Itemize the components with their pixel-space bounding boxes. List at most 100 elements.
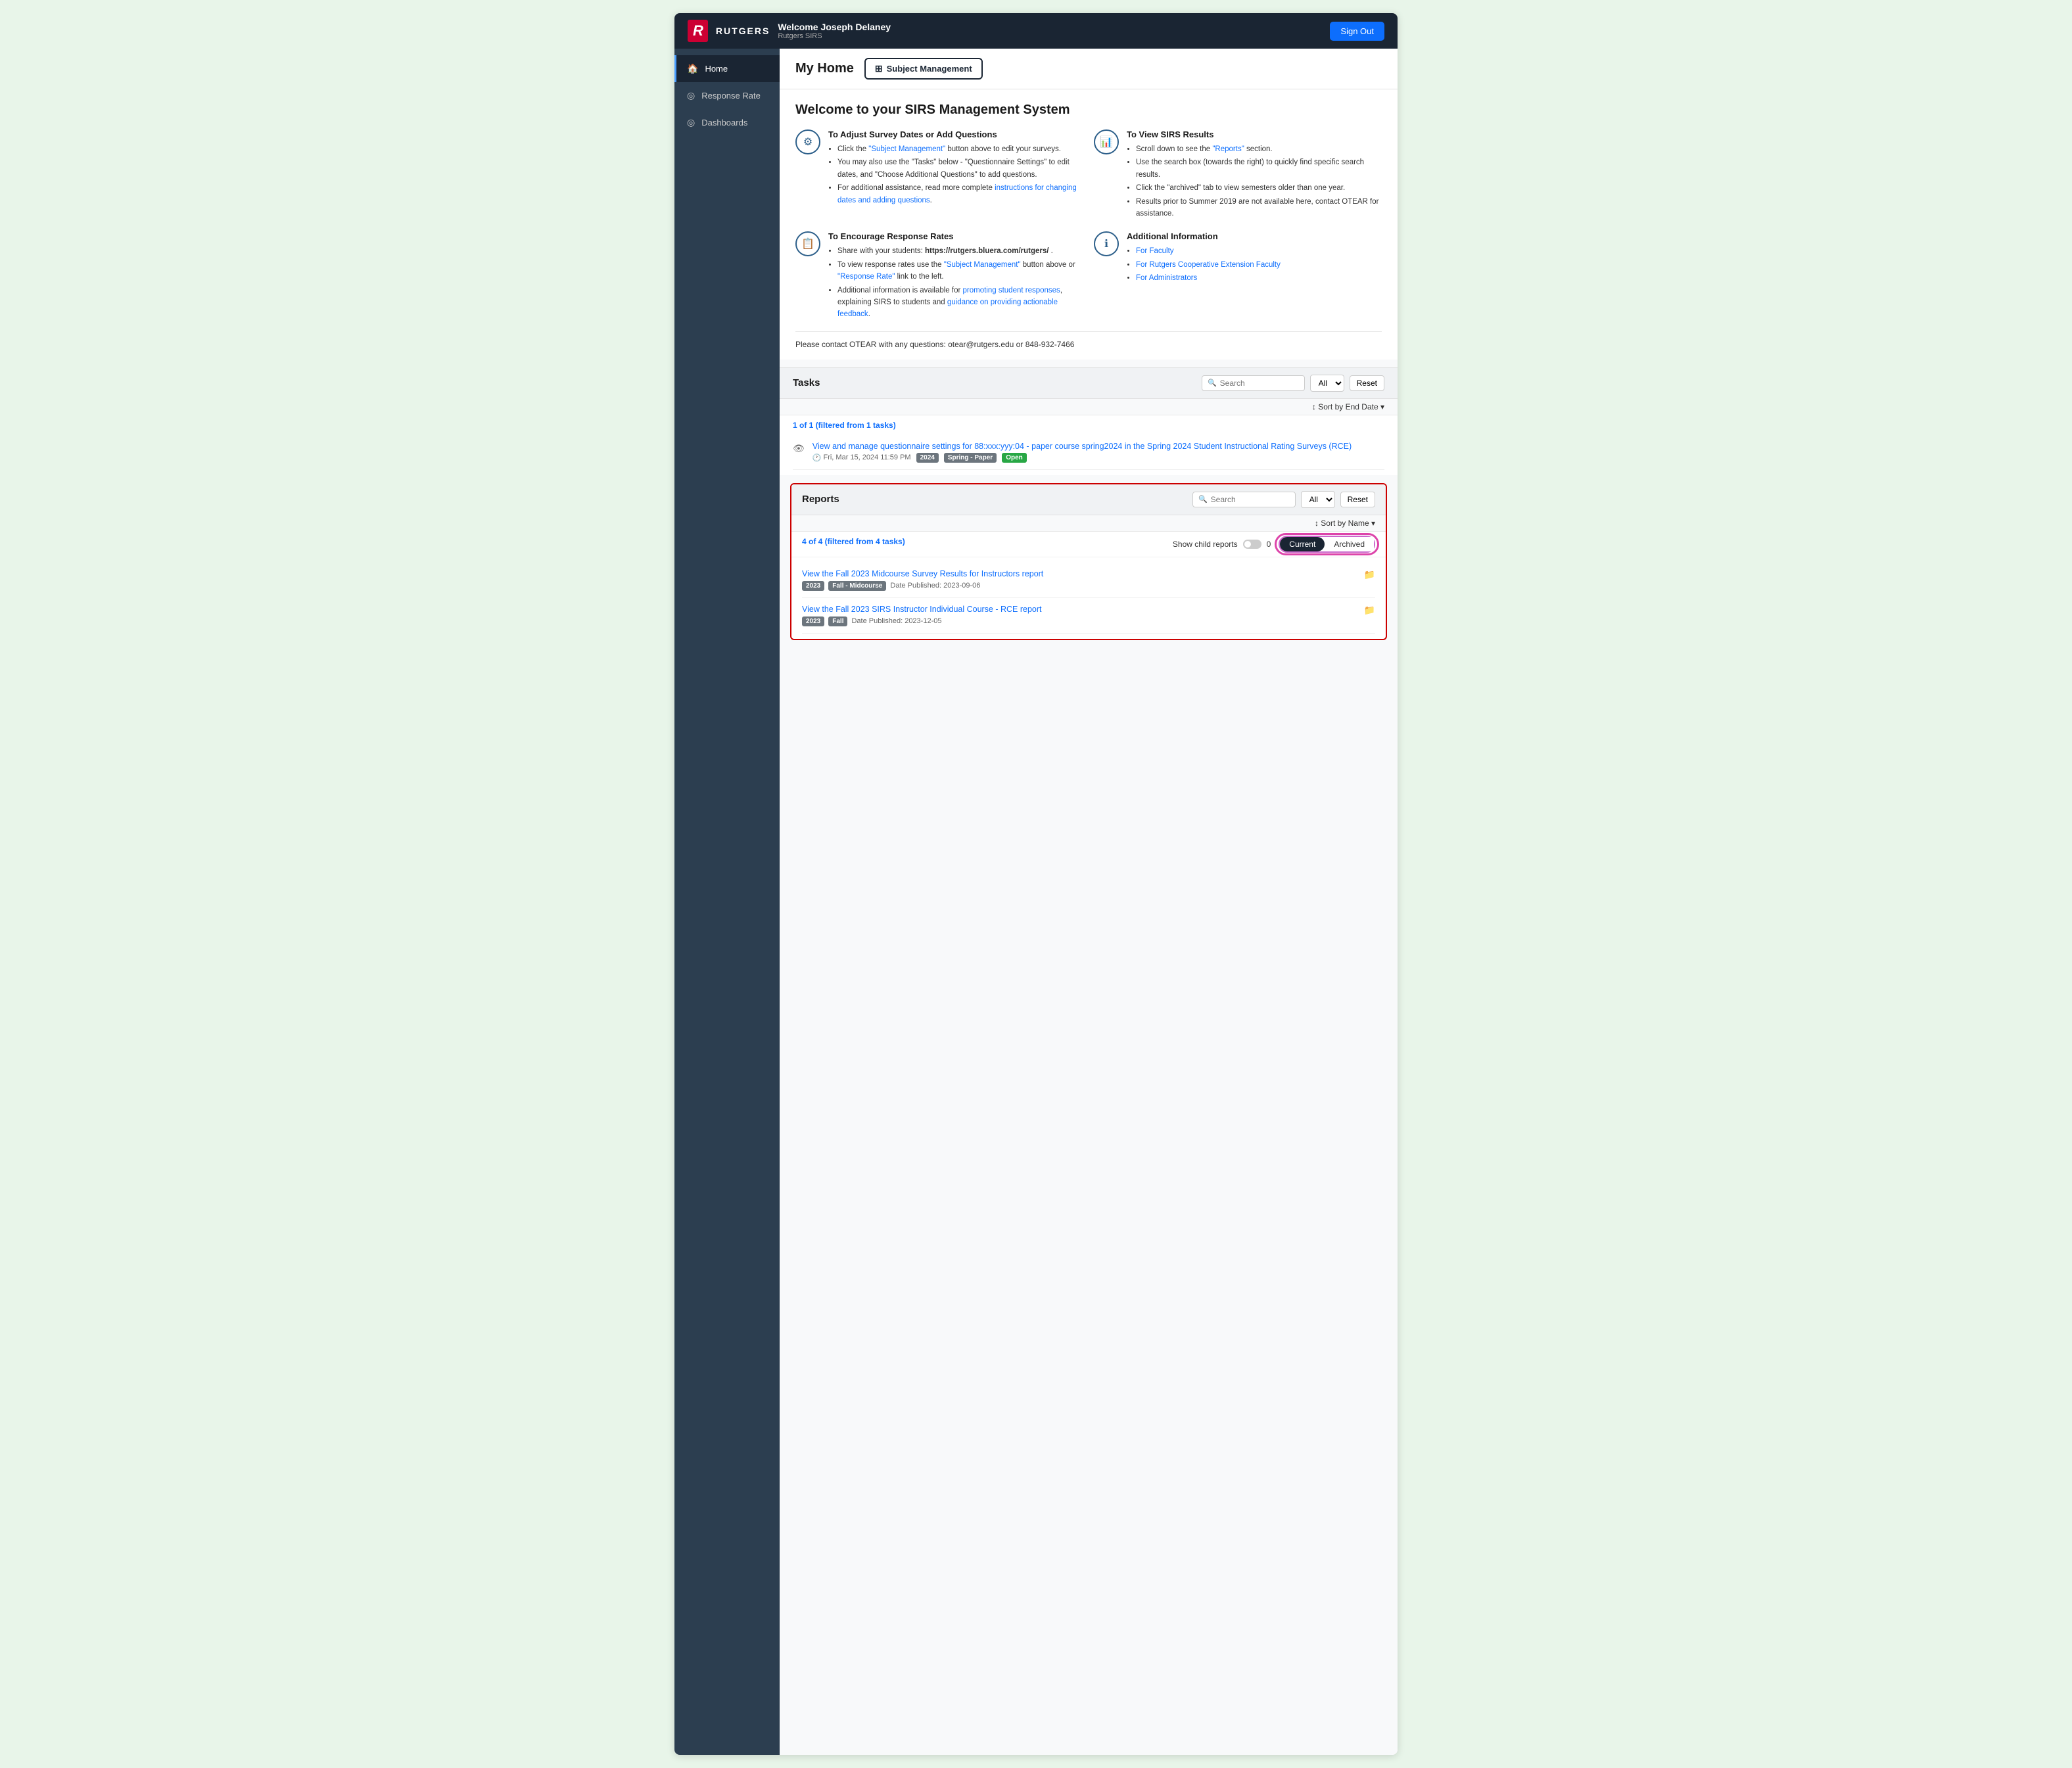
report-2-folder-icon[interactable]: 📁 (1364, 605, 1375, 616)
adjust-survey-icon: ⚙ (795, 129, 820, 154)
instructions-link[interactable]: instructions for changing dates and addi… (837, 184, 1077, 204)
tasks-title: Tasks (793, 377, 820, 388)
sidebar: 🏠 Home ◎ Response Rate ◎ Dashboards (674, 49, 780, 1755)
report-2-date-published: Date Published: 2023-12-05 (851, 617, 941, 625)
sidebar-item-home[interactable]: 🏠 Home (674, 55, 780, 82)
response-rate-link[interactable]: "Response Rate" (837, 273, 895, 281)
sirs-list-item-1: Scroll down to see the "Reports" section… (1136, 143, 1382, 155)
tasks-search-input[interactable] (1220, 379, 1299, 388)
reports-sort-row: ↕ Sort by Name ▾ (791, 515, 1386, 532)
info-grid: ⚙ To Adjust Survey Dates or Add Question… (795, 129, 1382, 322)
tasks-header: Tasks 🔍 All Reset (780, 368, 1398, 399)
additional-list-item-3: For Administrators (1136, 272, 1281, 284)
for-faculty-link[interactable]: For Faculty (1136, 247, 1174, 255)
report-1-tag-year: 2023 (802, 581, 824, 591)
tasks-controls: 🔍 All Reset (1202, 375, 1384, 392)
sirs-list-item-2: Use the search box (towards the right) t… (1136, 156, 1382, 181)
task-link[interactable]: View and manage questionnaire settings f… (812, 442, 1384, 451)
logo-area: R RUTGERS Welcome Joseph Delaney Rutgers… (688, 20, 891, 42)
encourage-list-item-2: To view response rates use the "Subject … (837, 259, 1083, 283)
sidebar-item-response-rate-label: Response Rate (701, 91, 761, 101)
show-child-reports-label: Show child reports (1173, 540, 1238, 549)
report-2-tag-type: Fall (828, 616, 847, 626)
adjust-survey-heading: To Adjust Survey Dates or Add Questions (828, 129, 1083, 139)
welcome-title: Welcome to your SIRS Management System (795, 103, 1382, 118)
archived-tab-button[interactable]: Archived (1325, 537, 1374, 551)
subject-mgmt-link[interactable]: "Subject Management" (868, 145, 945, 153)
tasks-sort-button[interactable]: ↕ Sort by End Date ▾ (1312, 402, 1384, 411)
top-header: R RUTGERS Welcome Joseph Delaney Rutgers… (674, 13, 1398, 49)
child-reports-area: Show child reports 0 (1173, 540, 1271, 549)
tasks-all-dropdown[interactable]: All (1310, 375, 1344, 392)
dashboards-icon: ◎ (687, 117, 695, 128)
tasks-body: 1 of 1 (filtered from 1 tasks) 👁 View an… (780, 415, 1398, 475)
report-2-link[interactable]: View the Fall 2023 SIRS Instructor Indiv… (802, 605, 1364, 614)
current-tab-button[interactable]: Current (1280, 537, 1325, 551)
reports-sort-button[interactable]: ↕ Sort by Name ▾ (1315, 519, 1375, 528)
home-icon: 🏠 (687, 63, 698, 74)
toggle-value: 0 (1267, 540, 1271, 549)
sidebar-item-home-label: Home (705, 64, 728, 74)
grid-icon: ⊞ (875, 63, 883, 74)
bluera-url: https://rutgers.bluera.com/rutgers/ (925, 247, 1049, 255)
report-2-meta: 2023 Fall Date Published: 2023-12-05 (802, 616, 1364, 626)
task-tag-open: Open (1002, 453, 1027, 463)
for-rce-faculty-link[interactable]: For Rutgers Cooperative Extension Facult… (1136, 261, 1281, 269)
additional-content: Additional Information For Faculty For R… (1127, 231, 1281, 285)
rutgers-wordmark: RUTGERS (716, 26, 770, 36)
info-card-additional: ℹ Additional Information For Faculty For… (1094, 231, 1382, 321)
adjust-list-item-2: You may also use the "Tasks" below - "Qu… (837, 156, 1083, 181)
task-meta: 🕐 Fri, Mar 15, 2024 11:59 PM 2024 Spring… (812, 453, 1384, 463)
subject-mgmt-label: Subject Management (887, 64, 972, 74)
view-sirs-list: Scroll down to see the "Reports" section… (1127, 143, 1382, 220)
reports-reset-button[interactable]: Reset (1340, 492, 1375, 507)
additional-heading: Additional Information (1127, 231, 1281, 241)
sidebar-item-dashboards[interactable]: ◎ Dashboards (674, 109, 780, 136)
report-1-tag-type: Fall - Midcourse (828, 581, 886, 591)
for-administrators-link[interactable]: For Administrators (1136, 274, 1197, 282)
report-2-content: View the Fall 2023 SIRS Instructor Indiv… (802, 605, 1364, 626)
report-item-1: View the Fall 2023 Midcourse Survey Resu… (802, 563, 1375, 598)
adjust-list-item-3: For additional assistance, read more com… (837, 182, 1083, 206)
tasks-search-box[interactable]: 🔍 (1202, 375, 1305, 391)
sidebar-item-response-rate[interactable]: ◎ Response Rate (674, 82, 780, 109)
reports-search-box[interactable]: 🔍 (1192, 492, 1296, 507)
report-1-meta: 2023 Fall - Midcourse Date Published: 20… (802, 581, 1364, 591)
sign-out-button[interactable]: Sign Out (1330, 22, 1384, 41)
report-1-folder-icon[interactable]: 📁 (1364, 569, 1375, 580)
encourage-heading: To Encourage Response Rates (828, 231, 1083, 241)
view-sirs-heading: To View SIRS Results (1127, 129, 1382, 139)
reports-link[interactable]: "Reports" (1212, 145, 1244, 153)
reports-filter-row: 4 of 4 (filtered from 4 tasks) Show chil… (791, 532, 1386, 557)
reports-search-icon: 🔍 (1198, 495, 1208, 503)
actionable-link[interactable]: guidance on providing actionable feedbac… (837, 298, 1058, 318)
report-1-link[interactable]: View the Fall 2023 Midcourse Survey Resu… (802, 569, 1364, 578)
task-item: 👁 View and manage questionnaire settings… (793, 435, 1384, 470)
subject-management-button[interactable]: ⊞ Subject Management (864, 58, 983, 80)
view-sirs-icon: 📊 (1094, 129, 1119, 154)
page-title: My Home (795, 61, 854, 76)
encourage-content: To Encourage Response Rates Share with y… (828, 231, 1083, 321)
tasks-reset-button[interactable]: Reset (1350, 375, 1384, 391)
sirs-list-item-3: Click the "archived" tab to view semeste… (1136, 182, 1382, 194)
reports-header: Reports 🔍 All Reset (791, 484, 1386, 515)
task-date: 🕐 Fri, Mar 15, 2024 11:59 PM (812, 454, 911, 462)
reports-section: Reports 🔍 All Reset ↕ Sort by Name ▾ (790, 483, 1387, 640)
encourage-list-item-1: Share with your students: https://rutger… (837, 245, 1083, 257)
welcome-section: Welcome to your SIRS Management System ⚙… (780, 89, 1398, 360)
reports-search-input[interactable] (1211, 495, 1290, 504)
promoting-link[interactable]: promoting student responses (963, 287, 1060, 294)
view-sirs-content: To View SIRS Results Scroll down to see … (1127, 129, 1382, 221)
child-reports-toggle[interactable] (1243, 540, 1261, 549)
encourage-list: Share with your students: https://rutger… (828, 245, 1083, 320)
reports-all-dropdown[interactable]: All (1301, 491, 1335, 508)
additional-list-item-1: For Faculty (1136, 245, 1281, 257)
adjust-survey-list: Click the "Subject Management" button ab… (828, 143, 1083, 206)
additional-info-icon: ℹ (1094, 231, 1119, 256)
current-archived-toggle: Current Archived (1279, 536, 1375, 553)
reports-controls: 🔍 All Reset (1192, 491, 1375, 508)
subject-mgmt-link2[interactable]: "Subject Management" (944, 261, 1021, 269)
contact-info: Please contact OTEAR with any questions:… (795, 331, 1382, 349)
report-item-2: View the Fall 2023 SIRS Instructor Indiv… (802, 598, 1375, 634)
tasks-sort-row: ↕ Sort by End Date ▾ (780, 399, 1398, 415)
